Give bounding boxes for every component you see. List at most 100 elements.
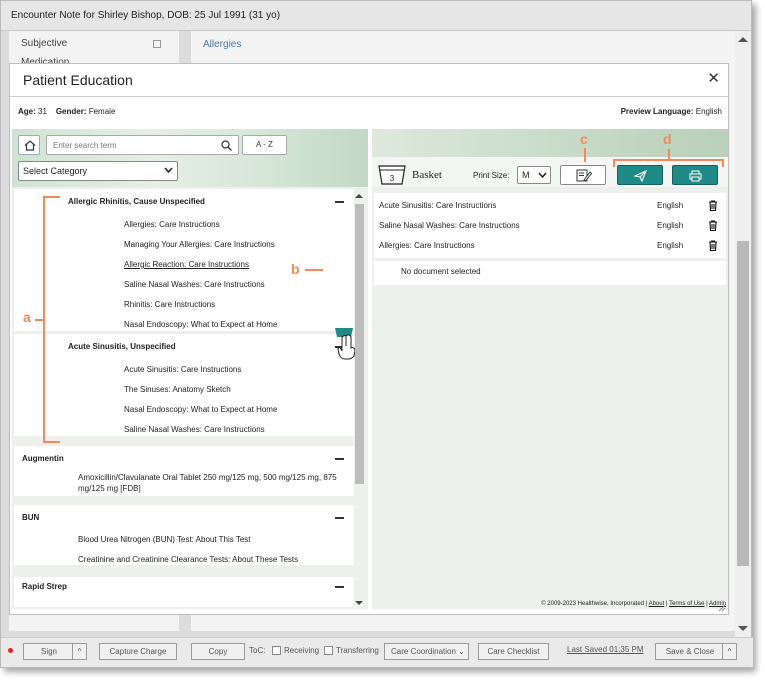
topic-link[interactable]: Creatinine and Creatinine Clearance Test… [78, 554, 338, 565]
allergies-heading: Allergies [203, 39, 242, 50]
topic-link[interactable]: Saline Nasal Washes: Care Instructions [124, 425, 265, 434]
annotation-a-bracket [43, 196, 60, 198]
topic-link[interactable]: Nasal Endoscopy: What to Expect at Home [124, 405, 277, 414]
basket-item-language: English [657, 201, 684, 210]
about-link[interactable]: About [649, 601, 665, 607]
resize-grip-icon[interactable] [718, 604, 726, 612]
transferring-checkbox[interactable] [324, 646, 333, 655]
annotation-a-line [35, 319, 43, 321]
annotation-b-line [305, 269, 323, 271]
scroll-down-icon[interactable] [355, 601, 363, 605]
topic-link[interactable]: Allergies: Care Instructions [124, 220, 220, 229]
scroll-down-icon[interactable] [738, 626, 748, 631]
status-dot [8, 648, 13, 653]
gender-value: Female [88, 107, 116, 116]
edit-button[interactable] [560, 165, 606, 185]
send-icon [634, 170, 647, 182]
collapse-icon[interactable] [335, 517, 344, 519]
search-box[interactable] [46, 135, 239, 155]
last-saved-link[interactable]: Last Saved 01:35 PM [567, 645, 644, 654]
encounter-window: Encounter Note for Shirley Bishop, DOB: … [0, 0, 753, 668]
capture-charge-button[interactable]: Capture Charge [99, 643, 177, 660]
print-size-value: M [522, 170, 530, 180]
collapse-icon[interactable] [153, 40, 161, 48]
sign-button[interactable]: Sign [23, 643, 75, 660]
trash-icon[interactable] [708, 240, 718, 251]
modal-title: Patient Education [23, 72, 133, 88]
collapse-icon[interactable] [335, 201, 344, 203]
trash-icon[interactable] [708, 220, 718, 231]
basket-label: Basket [412, 169, 442, 181]
topic-link[interactable]: Blood Urea Nitrogen (BUN) Test: About Th… [78, 534, 338, 545]
annotation-d-label: d [663, 131, 672, 147]
patient-info: Age: 31 Gender: Female [18, 107, 115, 116]
topic-link[interactable]: The Sinuses: Anatomy Sketch [124, 385, 231, 394]
category-select[interactable]: Select Category [18, 161, 178, 181]
basket-item-language: English [657, 221, 684, 230]
section-rapid-strep: Rapid Strep [14, 577, 354, 607]
section-bun: BUN Blood Urea Nitrogen (BUN) Test: Abou… [14, 505, 354, 565]
terms-link[interactable]: Terms of Use [669, 601, 704, 607]
annotation-a-label: a [23, 309, 31, 325]
basket-item-title[interactable]: Saline Nasal Washes: Care Instructions [379, 221, 520, 230]
topic-link[interactable]: Allergic Reaction: Care Instructions [124, 260, 249, 269]
topic-link[interactable]: Amoxicillin/Clavulanate Oral Tablet 250 … [78, 472, 338, 494]
save-menu-button[interactable]: ^ [722, 643, 737, 660]
topic-link[interactable]: Nasal Endoscopy: What to Expect at Home [124, 320, 277, 329]
copyright-text: © 2009-2023 Healthwise, Incorporated [541, 601, 645, 607]
scroll-up-icon[interactable] [355, 194, 363, 198]
scroll-up-icon[interactable] [738, 37, 748, 42]
basket-list: Acute Sinusitis: Care Instructions Engli… [374, 193, 726, 258]
annotation-b-label: b [291, 261, 300, 277]
edit-document-icon [576, 169, 592, 182]
sign-menu-button[interactable]: ^ [72, 643, 87, 660]
preview-language-label: Preview Language: [620, 107, 694, 116]
copy-button[interactable]: Copy [191, 643, 245, 660]
collapse-icon[interactable] [335, 458, 344, 460]
scroll-thumb[interactable] [737, 241, 749, 566]
category-select-value: Select Category [23, 166, 88, 176]
topic-link[interactable]: Managing Your Allergies: Care Instructio… [124, 240, 275, 249]
section-title: Augmentin [22, 454, 64, 463]
no-document-message: No document selected [374, 261, 726, 285]
topic-link[interactable]: Acute Sinusitis: Care Instructions [124, 365, 241, 374]
az-button[interactable]: A - Z [242, 135, 287, 155]
home-button[interactable] [18, 135, 40, 155]
print-size-select[interactable]: M [517, 166, 551, 184]
care-checklist-button[interactable]: Care Checklist [478, 643, 549, 660]
annotation-d-bracket [613, 159, 724, 161]
search-input[interactable] [51, 138, 211, 152]
send-button[interactable] [617, 165, 663, 185]
search-panel: A - Z Select Category Allergic Rhinitis,… [12, 129, 368, 609]
section-title: BUN [22, 513, 40, 522]
home-icon [24, 140, 36, 151]
copyright-footer: © 2009-2023 Healthwise, Incorporated | A… [541, 601, 726, 607]
annotation-d-bracket [722, 159, 724, 167]
topic-link[interactable]: Saline Nasal Washes: Care Instructions [124, 280, 265, 289]
close-icon[interactable]: ✕ [707, 69, 720, 87]
section-title: Rapid Strep [22, 582, 67, 591]
basket-item-title[interactable]: Acute Sinusitis: Care Instructions [379, 201, 496, 210]
section-allergic-rhinitis: Allergic Rhinitis, Cause Unspecified All… [14, 189, 354, 331]
trash-icon[interactable] [708, 200, 718, 211]
outer-scrollbar[interactable] [735, 31, 751, 637]
bottom-toolbar: Sign ^ Capture Charge Copy ToC: Receivin… [1, 637, 753, 667]
topic-scrollbar[interactable] [354, 192, 365, 607]
print-button[interactable] [672, 165, 718, 185]
receiving-checkbox[interactable] [272, 646, 281, 655]
annotation-d-line [668, 149, 670, 159]
basket-item-title[interactable]: Allergies: Care Instructions [379, 241, 475, 250]
save-close-button[interactable]: Save & Close [655, 643, 725, 660]
care-coordination-select[interactable]: Care Coordination ⌄ [384, 643, 469, 660]
section-title: Allergic Rhinitis, Cause Unspecified [68, 197, 205, 206]
patient-education-modal: Patient Education ✕ Age: 31 Gender: Fema… [9, 63, 729, 615]
topic-link[interactable]: Rhinitis: Care Instructions [124, 300, 215, 309]
search-icon[interactable] [221, 140, 232, 151]
chevron-down-icon [538, 172, 547, 178]
scroll-thumb[interactable] [355, 204, 364, 484]
basket-item-language: English [657, 241, 684, 250]
basket-count: 3 [390, 174, 395, 183]
collapse-icon[interactable] [335, 586, 344, 588]
sidebar-item-subjective[interactable]: Subjective [21, 38, 67, 49]
section-title: Acute Sinusitis, Unspecified [68, 342, 176, 351]
